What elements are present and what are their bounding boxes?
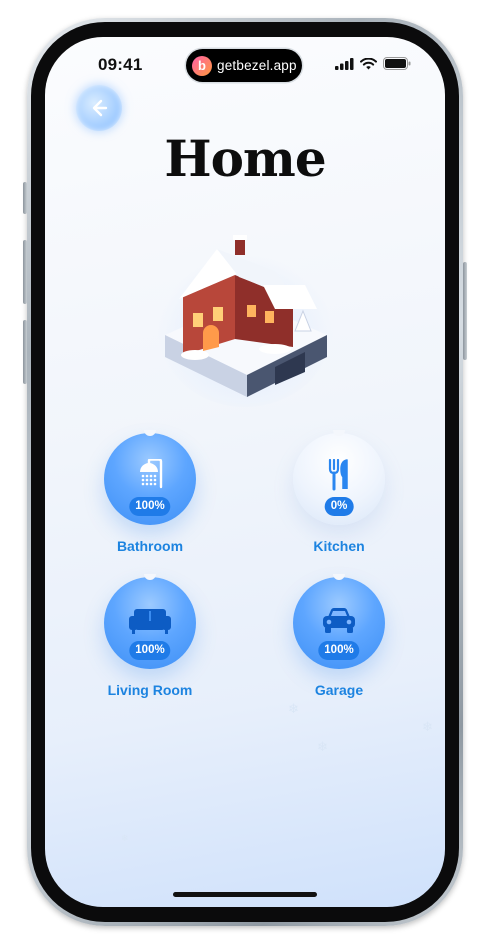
room-garage-circle[interactable]: 100% xyxy=(293,574,385,669)
island-url: getbezel.app xyxy=(217,58,297,73)
circle-notch xyxy=(333,430,345,436)
snowflake-icon: ❄ xyxy=(317,739,328,754)
status-time: 09:41 xyxy=(98,55,143,74)
snowflake-icon: ❄ xyxy=(288,701,299,716)
back-arrow-icon xyxy=(92,99,108,117)
silent-switch xyxy=(23,182,27,214)
room-bathroom-circle[interactable]: 100% xyxy=(104,430,196,525)
volume-down-button xyxy=(23,320,27,384)
room-bathroom-label: Bathroom xyxy=(116,538,184,554)
room-bathroom-percent: 100% xyxy=(129,497,171,516)
dynamic-island: b getbezel.app xyxy=(186,49,302,82)
battery-icon xyxy=(383,57,411,70)
power-button xyxy=(463,262,467,360)
room-kitchen-percent: 0% xyxy=(324,497,354,516)
circle-notch xyxy=(333,574,345,580)
room-living-room-circle[interactable]: 100% xyxy=(104,574,196,669)
status-icons xyxy=(335,57,411,70)
room-kitchen-circle[interactable]: 0% xyxy=(293,430,385,525)
room-kitchen[interactable]: 0% Kitchen xyxy=(284,430,394,554)
room-garage-label: Garage xyxy=(314,682,364,698)
snowflake-icon: ❄ xyxy=(121,833,129,843)
cellular-signal-icon xyxy=(335,57,354,70)
room-bathroom[interactable]: 100% Bathroom xyxy=(95,430,205,554)
home-indicator[interactable] xyxy=(173,892,317,897)
screen: 09:41 b getbezel.app Home 100% Bathroom … xyxy=(45,37,445,907)
room-garage[interactable]: 100% Garage xyxy=(284,574,394,698)
volume-up-button xyxy=(23,240,27,304)
room-garage-percent: 100% xyxy=(318,641,360,660)
back-button[interactable] xyxy=(76,85,122,131)
page-title: Home xyxy=(164,129,326,188)
shower-icon xyxy=(140,459,163,489)
bezel-logo-icon: b xyxy=(192,55,212,76)
room-living-room-percent: 100% xyxy=(129,641,171,660)
circle-notch xyxy=(144,430,156,436)
snowflake-icon: ❄ xyxy=(422,719,433,734)
wifi-icon xyxy=(360,57,377,69)
snowy-house-illustration xyxy=(157,235,333,407)
room-living-room-label: Living Room xyxy=(107,682,193,698)
room-kitchen-label: Kitchen xyxy=(313,538,365,554)
circle-notch xyxy=(144,574,156,580)
room-living-room[interactable]: 100% Living Room xyxy=(95,574,205,698)
utensils-icon xyxy=(328,459,348,491)
sofa-icon xyxy=(129,609,171,634)
car-icon xyxy=(323,608,355,633)
